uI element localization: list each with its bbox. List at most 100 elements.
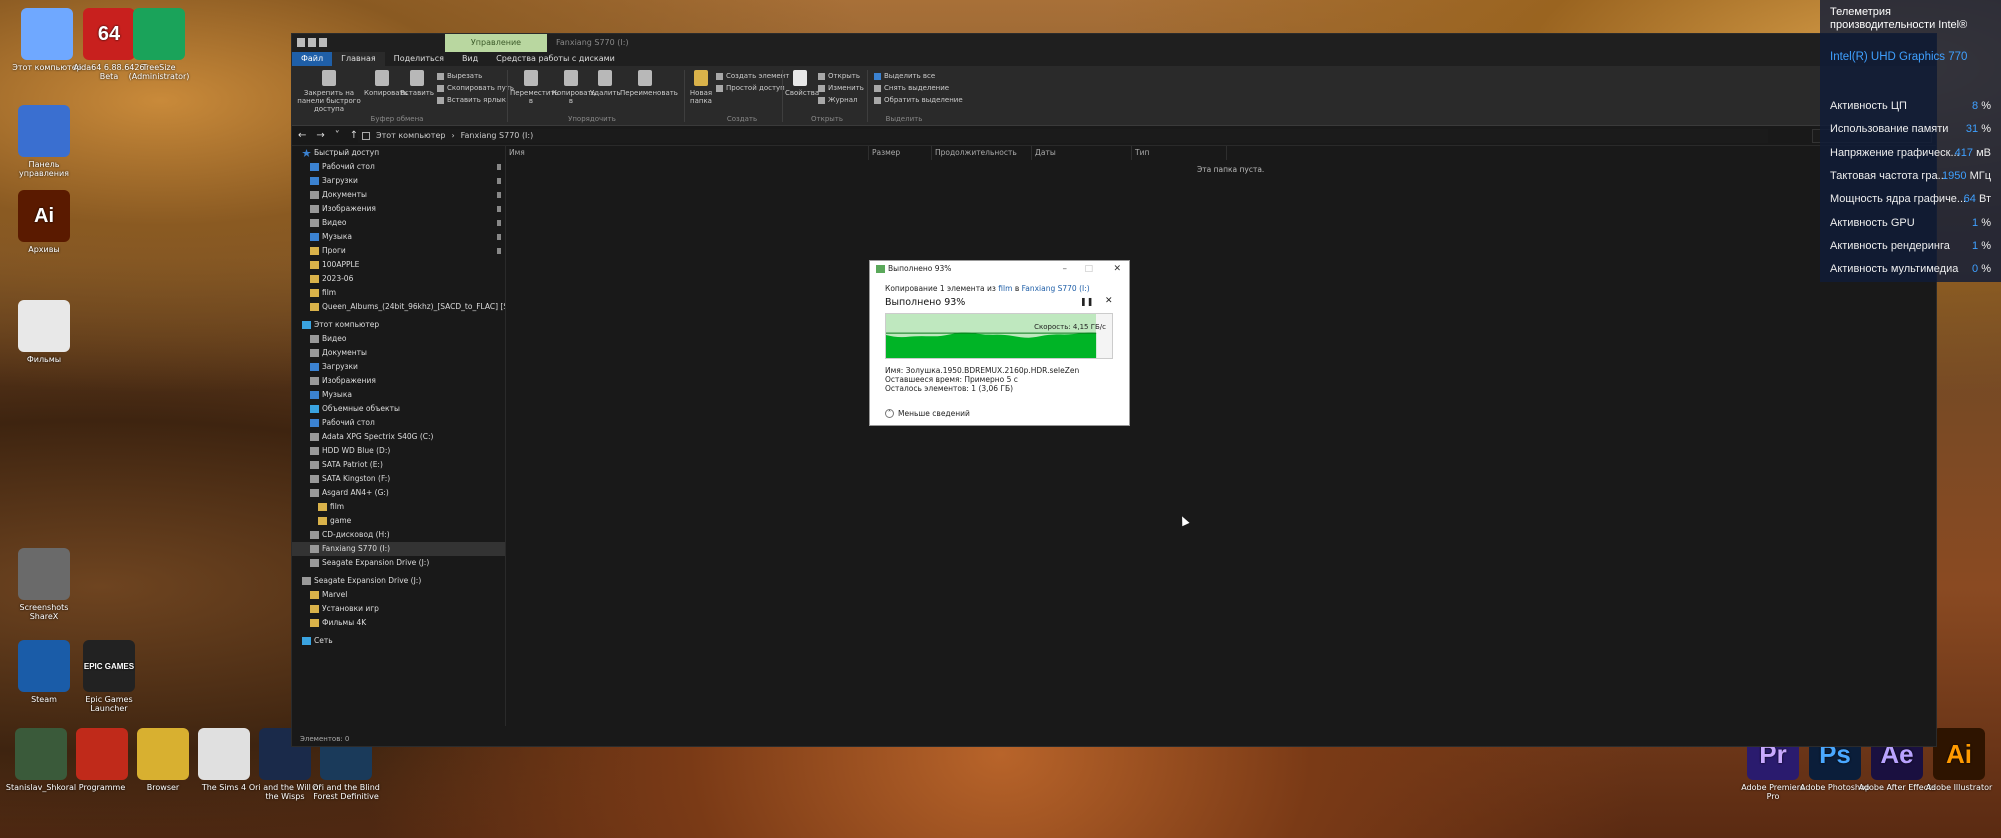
pin-icon[interactable] [497, 234, 501, 240]
nav-item[interactable]: CD-дисковод (H:) [292, 528, 505, 542]
ribbon-tab[interactable]: Поделиться [385, 52, 453, 66]
pin-icon[interactable] [497, 164, 501, 170]
nav-item[interactable]: Asgard AN4+ (G:) [292, 486, 505, 500]
nav-item-label: Документы [322, 348, 367, 357]
pin-icon[interactable] [497, 206, 501, 212]
pin-icon[interactable] [497, 220, 501, 226]
easy-access-button[interactable]: Простой доступ [716, 84, 785, 92]
breadcrumb-drive[interactable]: Fanxiang S770 (I:) [461, 129, 534, 143]
nav-item[interactable]: Fanxiang S770 (I:) [292, 542, 505, 556]
pin-quick-access-button[interactable]: Закрепить на панели быстрого доступа [296, 70, 362, 113]
ribbon-tab[interactable]: Главная [332, 52, 385, 66]
back-arrow-icon[interactable]: ← [298, 130, 306, 142]
copy-to-button[interactable]: Копировать в [552, 70, 596, 105]
recent-chevron-icon[interactable]: ˅ [335, 130, 340, 142]
nav-item[interactable]: Рабочий стол [292, 160, 505, 174]
nav-item-label: Рабочий стол [322, 162, 375, 171]
quick-access-toolbar[interactable] [297, 38, 327, 47]
nav-item[interactable]: SATA Patriot (E:) [292, 458, 505, 472]
nav-item[interactable]: film [292, 500, 505, 514]
paste-icon [410, 70, 424, 86]
desktop-icon[interactable]: EPIC GAMES Epic Games Launcher [70, 640, 148, 713]
pin-icon[interactable] [497, 192, 501, 198]
nav-item[interactable]: film [292, 286, 505, 300]
desktop-icon[interactable]: Панель управления [5, 105, 83, 178]
nav-item[interactable]: Изображения [292, 374, 505, 388]
paste-button[interactable]: Вставить [400, 70, 434, 97]
nav-item[interactable]: Сеть [292, 634, 505, 648]
desktop-icon[interactable]: Фильмы [5, 300, 83, 364]
destination-link[interactable]: Fanxiang S770 (I:) [1022, 284, 1090, 293]
rename-button[interactable]: Переименовать [620, 70, 678, 97]
ribbon-tab[interactable]: Средства работы с дисками [487, 52, 624, 66]
copy-button[interactable]: Копировать [364, 70, 408, 97]
nav-item[interactable]: Музыка [292, 230, 505, 244]
pin-icon[interactable] [497, 178, 501, 184]
nav-item[interactable]: Adata XPG Spectrix S40G (C:) [292, 430, 505, 444]
nav-item[interactable]: SATA Kingston (F:) [292, 472, 505, 486]
nav-item[interactable]: Проги [292, 244, 505, 258]
select-none-button[interactable]: Снять выделение [874, 84, 949, 92]
nav-item[interactable]: Загрузки [292, 174, 505, 188]
nav-item[interactable]: Загрузки [292, 360, 505, 374]
nav-item[interactable]: Установки игр [292, 602, 505, 616]
column-type[interactable]: Тип [1132, 146, 1227, 160]
cancel-icon[interactable]: ✕ [1105, 296, 1113, 306]
nav-item[interactable]: Этот компьютер [292, 318, 505, 332]
nav-item[interactable]: Рабочий стол [292, 416, 505, 430]
paste-shortcut-button[interactable]: Вставить ярлык [437, 96, 506, 104]
context-tab-manage[interactable]: Управление [445, 34, 547, 52]
nav-item[interactable]: 2023-06 [292, 272, 505, 286]
ribbon-tab[interactable]: Вид [453, 52, 487, 66]
minimize-icon[interactable]: – [1063, 261, 1068, 277]
invert-selection-button[interactable]: Обратить выделение [874, 96, 963, 104]
nav-item[interactable]: 100APPLE [292, 258, 505, 272]
pin-icon[interactable] [497, 248, 501, 254]
column-size[interactable]: Размер [869, 146, 932, 160]
telemetry-label: Напряжение графическ... [1830, 146, 1960, 159]
ribbon-tab[interactable]: Файл [292, 52, 333, 66]
forward-arrow-icon[interactable]: → [316, 130, 324, 142]
column-name[interactable]: Имя [506, 146, 869, 160]
pause-icon[interactable]: ❚❚ [1080, 297, 1093, 306]
copy-path-button[interactable]: Скопировать путь [437, 84, 514, 92]
nav-item[interactable]: HDD WD Blue (D:) [292, 444, 505, 458]
new-item-button[interactable]: Создать элемент [716, 72, 789, 80]
less-details-button[interactable]: ˄ Меньше сведений [885, 409, 970, 418]
nav-item[interactable]: game [292, 514, 505, 528]
nav-item[interactable]: Видео [292, 216, 505, 230]
new-folder-button[interactable]: Новая папка [687, 70, 715, 105]
nav-item[interactable]: Быстрый доступ [292, 146, 505, 160]
nav-item[interactable]: Документы [292, 346, 505, 360]
edit-button[interactable]: Изменить [818, 84, 864, 92]
column-duration[interactable]: Продолжительность [932, 146, 1032, 160]
nav-item[interactable]: Seagate Expansion Drive (J:) [292, 556, 505, 570]
nav-item[interactable]: Изображения [292, 202, 505, 216]
desktop-icon[interactable]: TreeSize (Administrator) [120, 8, 198, 81]
properties-button[interactable]: Свойства [785, 70, 819, 97]
nav-item[interactable]: Queen_Albums_(24bit_96khz)_[SACD_to_FLAC… [292, 300, 505, 314]
desktop-icon[interactable]: Screenshots ShareX [5, 548, 83, 621]
nav-item[interactable]: Музыка [292, 388, 505, 402]
desktop-icon[interactable]: Ai Архивы [5, 190, 83, 254]
address-bar[interactable]: Этот компьютер › Fanxiang S770 (I:) [358, 129, 1768, 143]
nav-item[interactable]: Документы [292, 188, 505, 202]
cut-button[interactable]: Вырезать [437, 72, 482, 80]
nav-item[interactable]: Видео [292, 332, 505, 346]
history-button[interactable]: Журнал [818, 96, 857, 104]
up-arrow-icon[interactable]: ↑ [350, 130, 358, 142]
column-dates[interactable]: Даты [1032, 146, 1132, 160]
nav-item[interactable]: Объемные объекты [292, 402, 505, 416]
open-button[interactable]: Открыть [818, 72, 860, 80]
select-all-button[interactable]: Выделить все [874, 72, 935, 80]
delete-button[interactable]: Удалить [590, 70, 621, 97]
close-icon[interactable]: ✕ [1113, 261, 1121, 277]
folder-icon [310, 303, 319, 311]
breadcrumb-computer[interactable]: Этот компьютер [376, 129, 445, 143]
move-to-button[interactable]: Переместить в [510, 70, 559, 105]
nav-item[interactable]: Marvel [292, 588, 505, 602]
nav-item[interactable]: Фильмы 4K [292, 616, 505, 630]
telemetry-value: 8 % [1972, 100, 1991, 112]
nav-item[interactable]: Seagate Expansion Drive (J:) [292, 574, 505, 588]
source-link[interactable]: film [998, 284, 1012, 293]
